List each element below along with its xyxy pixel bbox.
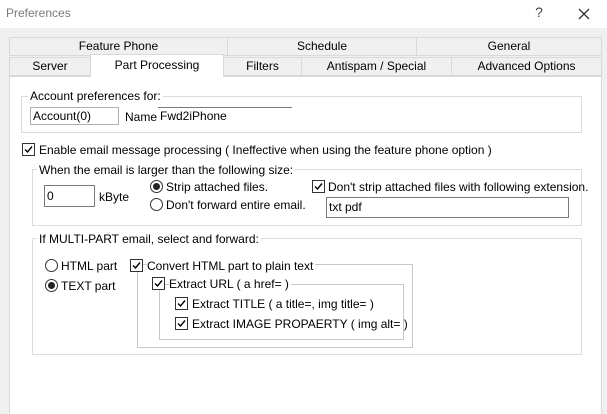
text-part-label: TEXT part (61, 279, 116, 293)
account-group-label: Account preferences for: (28, 89, 163, 103)
tab-general[interactable]: General (416, 37, 602, 56)
dont-forward-label: Don't forward entire email. (166, 198, 306, 212)
checkmark-icon (177, 320, 186, 328)
strip-attached-label: Strip attached files. (166, 180, 269, 194)
enable-processing-label: Enable email message processing ( Ineffe… (39, 143, 492, 157)
extensions-input[interactable]: txt pdf (326, 197, 569, 218)
window-title: Preferences (6, 6, 71, 20)
multipart-group-label: If MULTI-PART email, select and forward: (37, 232, 261, 246)
convert-html-checkbox[interactable] (130, 259, 143, 272)
dont-forward-radio[interactable] (150, 198, 163, 211)
close-button[interactable] (572, 3, 596, 25)
size-group-label: When the email is larger than the follow… (37, 163, 296, 177)
tab-filters[interactable]: Filters (223, 57, 302, 76)
dont-strip-ext-label: Don't strip attached files with followin… (328, 180, 589, 194)
tab-part-processing[interactable]: Part Processing (90, 54, 224, 77)
html-part-radio[interactable] (45, 259, 58, 272)
checkmark-icon (24, 146, 33, 154)
tab-server[interactable]: Server (9, 57, 91, 76)
enable-processing-checkbox[interactable] (22, 143, 35, 156)
extract-url-group (159, 284, 404, 340)
account-field: Account(0) (30, 107, 119, 125)
title-bar (0, 0, 607, 28)
text-part-radio[interactable] (45, 279, 58, 292)
help-button[interactable]: ? (531, 4, 547, 22)
extract-title-label: Extract TITLE ( a title=, img title= ) (192, 297, 374, 311)
extract-url-label: Extract URL ( a href= ) (169, 277, 291, 291)
dont-strip-ext-checkbox[interactable] (312, 180, 325, 193)
tab-schedule[interactable]: Schedule (227, 37, 417, 56)
radio-dot-icon (48, 282, 55, 289)
html-part-label: HTML part (61, 259, 118, 273)
name-field[interactable]: Fwd2iPhone (158, 107, 292, 125)
extract-url-checkbox[interactable] (152, 277, 165, 290)
radio-dot-icon (153, 183, 160, 190)
convert-html-label: Convert HTML part to plain text (147, 259, 316, 273)
name-label: Name: (125, 110, 161, 124)
extract-image-label: Extract IMAGE PROPAERTY ( img alt= ) (192, 317, 408, 331)
tab-advanced-options[interactable]: Advanced Options (451, 57, 602, 76)
size-unit-label: kByte (99, 190, 130, 204)
tab-antispam-special[interactable]: Antispam / Special (301, 57, 452, 76)
checkmark-icon (314, 183, 323, 191)
checkmark-icon (177, 300, 186, 308)
size-input[interactable]: 0 (44, 185, 95, 207)
checkmark-icon (154, 280, 163, 288)
extract-image-checkbox[interactable] (175, 317, 188, 330)
checkmark-icon (132, 262, 141, 270)
strip-attached-radio[interactable] (150, 180, 163, 193)
close-icon (578, 8, 590, 20)
extract-title-checkbox[interactable] (175, 297, 188, 310)
